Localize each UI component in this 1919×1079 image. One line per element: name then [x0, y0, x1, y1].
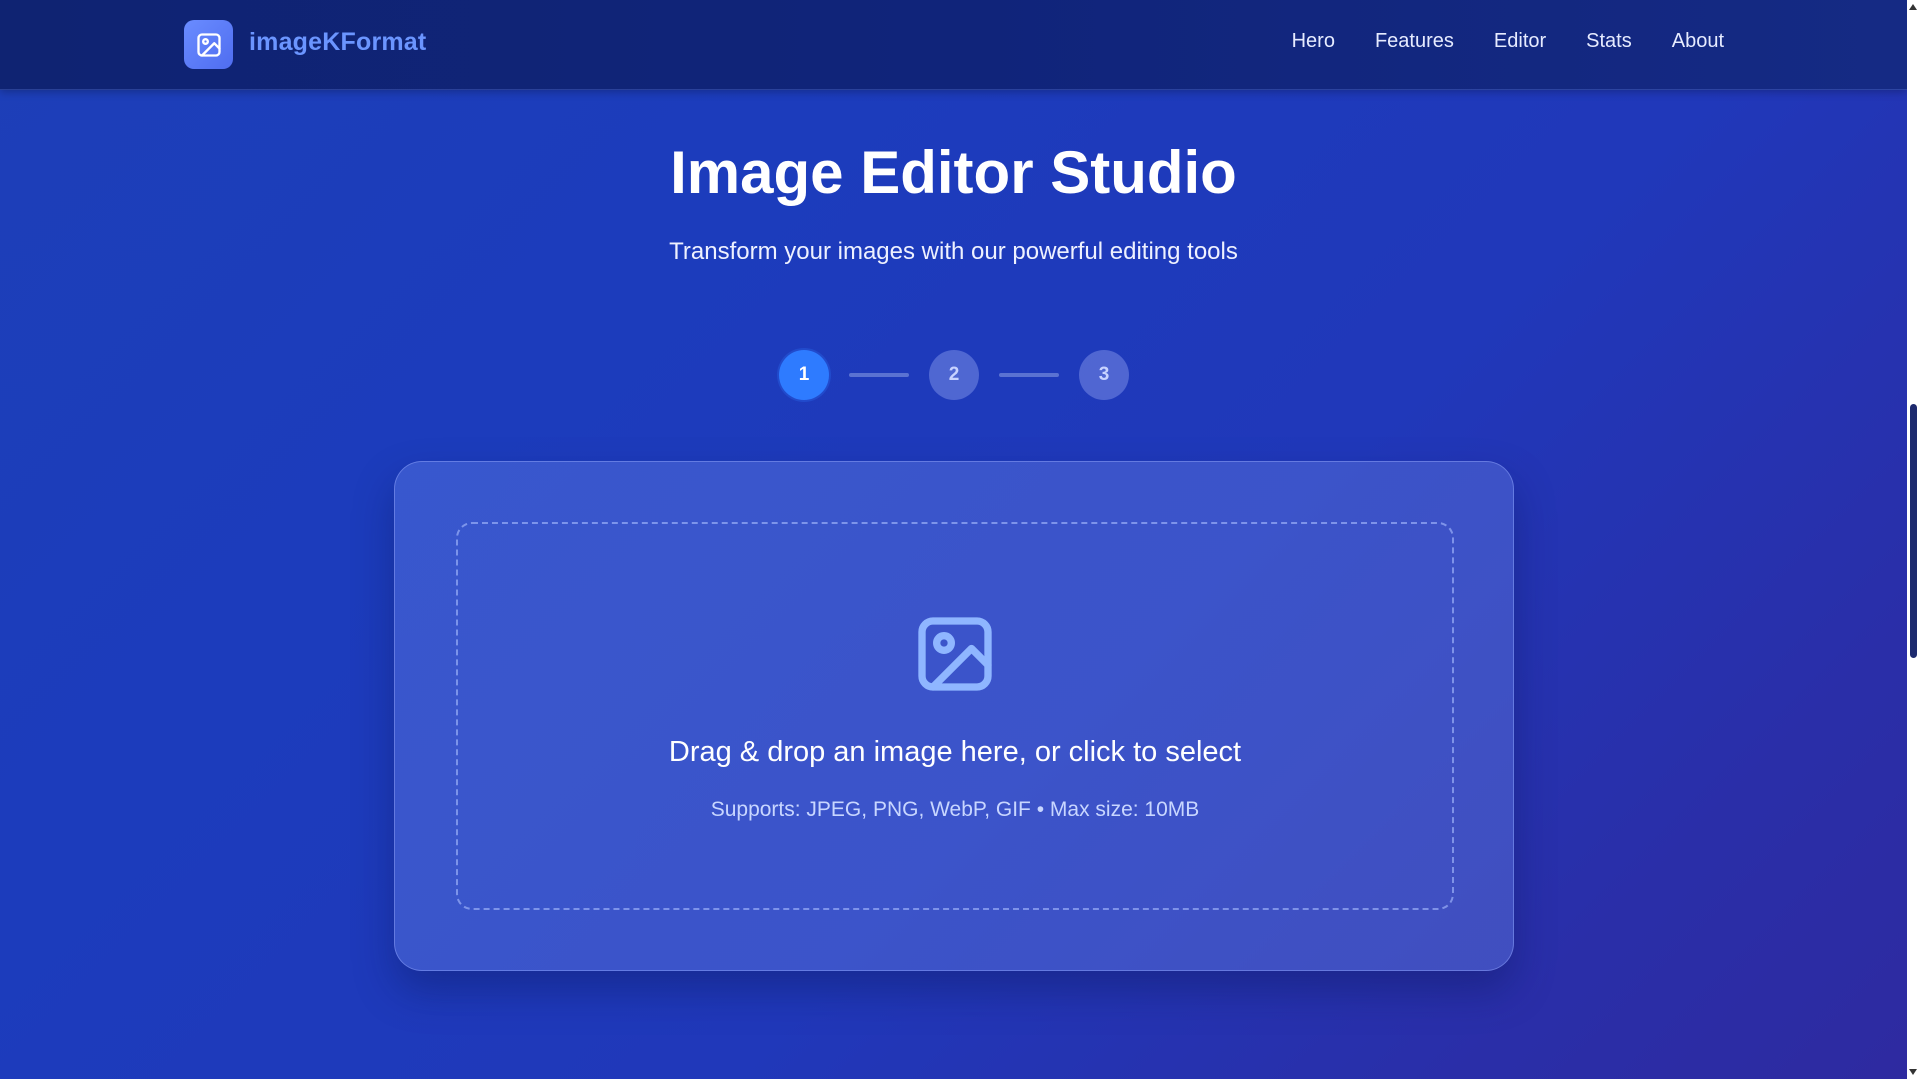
- step-indicator: 1 2 3: [779, 350, 1129, 400]
- nav-link-hero[interactable]: Hero: [1292, 30, 1335, 53]
- step-2: 2: [929, 350, 979, 400]
- nav-link-features[interactable]: Features: [1375, 30, 1454, 53]
- scrollbar-thumb[interactable]: [1910, 404, 1917, 658]
- nav-link-stats[interactable]: Stats: [1586, 30, 1632, 53]
- image-icon: [196, 32, 221, 57]
- step-3: 3: [1079, 350, 1129, 400]
- main-nav: Hero Features Editor Stats About: [1292, 30, 1724, 53]
- page: imageKFormat Hero Features Editor Stats …: [0, 0, 1907, 1079]
- scroll-down-arrow-icon[interactable]: [1909, 1069, 1917, 1075]
- top-navbar: imageKFormat Hero Features Editor Stats …: [0, 0, 1907, 90]
- scroll-up-arrow-icon[interactable]: [1909, 4, 1917, 10]
- step-1: 1: [779, 350, 829, 400]
- dropzone-supported-formats: Supports: JPEG, PNG, WebP, GIF • Max siz…: [710, 798, 1200, 821]
- step-connector: [999, 373, 1059, 377]
- vertical-scrollbar[interactable]: [1907, 0, 1919, 1079]
- brand-logo[interactable]: [184, 20, 233, 69]
- dropzone-instruction: Drag & drop an image here, or click to s…: [668, 736, 1242, 768]
- step-connector: [849, 373, 909, 377]
- page-title: Image Editor Studio: [670, 139, 1237, 206]
- image-icon: [918, 617, 992, 691]
- brand-name[interactable]: imageKFormat: [249, 28, 426, 57]
- nav-link-editor[interactable]: Editor: [1494, 30, 1546, 53]
- upload-card: Drag & drop an image here, or click to s…: [394, 461, 1514, 971]
- nav-link-about[interactable]: About: [1672, 30, 1724, 53]
- image-dropzone[interactable]: Drag & drop an image here, or click to s…: [456, 522, 1454, 910]
- page-subtitle: Transform your images with our powerful …: [669, 238, 1238, 265]
